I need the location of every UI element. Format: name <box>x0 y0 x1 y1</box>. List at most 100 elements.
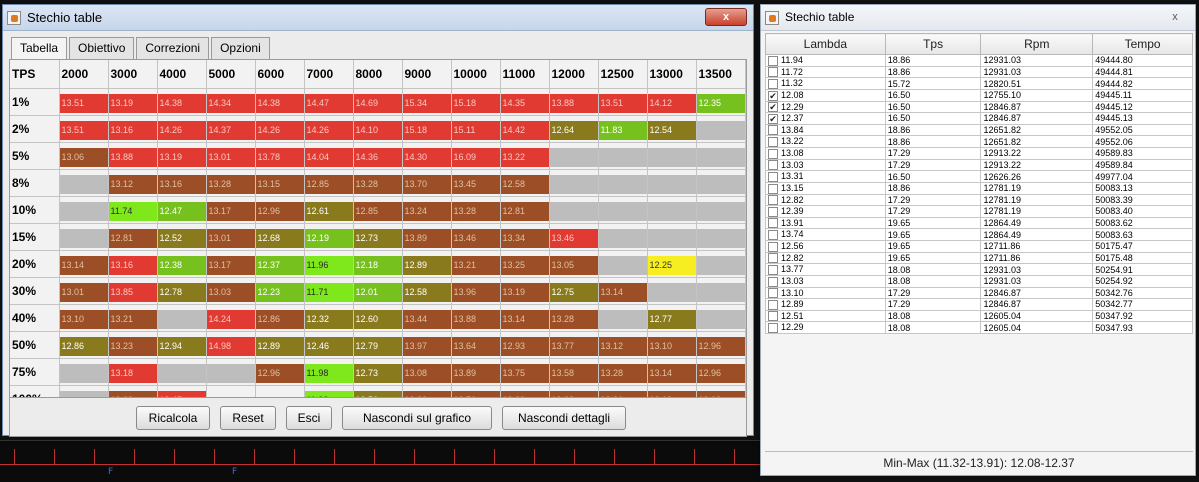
grid-cell[interactable]: 13.05 <box>549 250 599 278</box>
sample-row[interactable]: 11.72 18.86 12931.03 49444.81 <box>765 65 1193 79</box>
grid-cell[interactable] <box>598 142 648 170</box>
checkbox[interactable] <box>768 253 778 264</box>
grid-cell[interactable] <box>696 169 746 197</box>
sample-row[interactable]: 11.32 15.72 12820.51 49444.82 <box>765 77 1193 90</box>
grid-cell[interactable] <box>696 250 746 278</box>
sample-row[interactable]: ✔ 12.08 16.50 12755.10 49445.11 <box>765 88 1193 102</box>
checked-checkbox[interactable]: ✔ <box>768 90 778 101</box>
checkbox[interactable] <box>768 218 778 229</box>
grid-cell[interactable]: 14.34 <box>206 88 256 116</box>
grid-cell[interactable]: 12.89 <box>255 331 305 359</box>
column-header-lambda[interactable]: Lambda <box>765 33 886 55</box>
sample-row[interactable]: 13.77 18.08 12931.03 50254.91 <box>765 263 1193 276</box>
grid-cell[interactable]: 13.51 <box>59 115 109 143</box>
grid-cell[interactable]: 12.86 <box>59 331 109 359</box>
checkbox[interactable] <box>768 78 778 89</box>
grid-cell[interactable]: 12.19 <box>304 223 354 251</box>
grid-cell[interactable]: 13.15 <box>255 169 305 197</box>
grid-cell[interactable] <box>598 304 648 332</box>
checkbox[interactable] <box>768 148 778 159</box>
checked-checkbox[interactable]: ✔ <box>768 102 778 113</box>
grid-cell[interactable] <box>59 196 109 224</box>
grid-cell[interactable] <box>598 196 648 224</box>
grid-cell[interactable]: 13.89 <box>402 223 452 251</box>
grid-cell[interactable]: 13.18 <box>108 358 158 386</box>
grid-cell[interactable]: 14.47 <box>304 88 354 116</box>
grid-cell[interactable]: 12.81 <box>108 223 158 251</box>
grid-cell[interactable]: 13.03 <box>206 277 256 305</box>
grid-cell[interactable]: 13.01 <box>59 277 109 305</box>
sample-row[interactable]: 13.31 16.50 12626.26 49977.04 <box>765 170 1193 183</box>
grid-cell[interactable]: 13.19 <box>500 277 550 305</box>
grid-cell[interactable] <box>647 196 697 224</box>
sample-row[interactable]: 13.84 18.86 12651.82 49552.05 <box>765 123 1193 137</box>
checkbox[interactable] <box>768 137 778 147</box>
grid-cell[interactable]: 12.58 <box>500 169 550 197</box>
hide-details-button[interactable]: Nascondi dettagli <box>502 406 626 430</box>
grid-cell[interactable]: 13.28 <box>353 169 403 197</box>
grid-cell[interactable] <box>696 115 746 143</box>
checkbox[interactable] <box>768 206 778 217</box>
grid-cell[interactable]: 15.18 <box>451 88 501 116</box>
grid-cell[interactable]: 13.24 <box>402 196 452 224</box>
grid-cell[interactable] <box>157 304 207 332</box>
grid-cell[interactable] <box>696 142 746 170</box>
column-header-tps[interactable]: Tps <box>884 33 982 55</box>
grid-cell[interactable] <box>696 196 746 224</box>
checkbox[interactable] <box>768 183 778 194</box>
tab-correzioni[interactable]: Correzioni <box>136 37 210 59</box>
grid-cell[interactable]: 13.12 <box>598 331 648 359</box>
grid-cell[interactable]: 13.25 <box>500 250 550 278</box>
grid-cell[interactable]: 12.25 <box>647 250 697 278</box>
grid-cell[interactable] <box>598 169 648 197</box>
sample-row[interactable]: 13.91 19.65 12864.49 50083.62 <box>765 216 1193 230</box>
grid-cell[interactable]: 12.77 <box>647 304 697 332</box>
grid-cell[interactable]: 13.78 <box>255 142 305 170</box>
grid-cell[interactable]: 13.14 <box>647 358 697 386</box>
grid-cell[interactable]: 13.88 <box>451 304 501 332</box>
grid-cell[interactable]: 13.21 <box>451 250 501 278</box>
grid-cell[interactable]: 13.51 <box>598 88 648 116</box>
grid-cell[interactable]: 13.75 <box>500 358 550 386</box>
grid-cell[interactable]: 13.16 <box>108 250 158 278</box>
grid-cell[interactable]: 13.01 <box>206 223 256 251</box>
grid-cell[interactable]: 12.78 <box>157 277 207 305</box>
grid-cell[interactable] <box>59 358 109 386</box>
grid-cell[interactable]: 12.54 <box>647 115 697 143</box>
grid-cell[interactable]: 14.24 <box>206 304 256 332</box>
checkbox[interactable] <box>768 241 778 252</box>
grid-cell[interactable]: 14.38 <box>157 88 207 116</box>
tab-tabella[interactable]: Tabella <box>11 37 68 60</box>
grid-cell[interactable]: 12.52 <box>157 223 207 251</box>
checked-checkbox[interactable]: ✔ <box>768 113 778 124</box>
grid-cell[interactable]: 12.60 <box>353 304 403 332</box>
sample-row[interactable]: 13.03 17.29 12913.22 49589.84 <box>765 158 1193 172</box>
grid-cell[interactable] <box>549 142 599 170</box>
grid-cell[interactable]: 15.34 <box>402 88 452 116</box>
tab-obiettivo[interactable]: Obiettivo <box>69 37 135 59</box>
checkbox[interactable] <box>768 276 778 287</box>
checkbox[interactable] <box>768 264 778 275</box>
grid-cell[interactable] <box>157 358 207 386</box>
grid-cell[interactable]: 13.10 <box>647 331 697 359</box>
grid-cell[interactable]: 13.16 <box>157 169 207 197</box>
column-header-rpm[interactable]: Rpm <box>980 33 1094 55</box>
grid-cell[interactable]: 12.93 <box>500 331 550 359</box>
tab-opzioni[interactable]: Opzioni <box>211 37 270 59</box>
checkbox[interactable] <box>768 160 778 171</box>
grid-cell[interactable]: 13.14 <box>598 277 648 305</box>
grid-cell[interactable]: 12.38 <box>157 250 207 278</box>
grid-cell[interactable]: 13.46 <box>549 223 599 251</box>
grid-cell[interactable]: 14.10 <box>353 115 403 143</box>
grid-cell[interactable] <box>549 196 599 224</box>
grid-cell[interactable]: 11.83 <box>598 115 648 143</box>
grid-cell[interactable]: 13.96 <box>451 277 501 305</box>
grid-cell[interactable] <box>206 358 256 386</box>
grid-cell[interactable]: 12.58 <box>402 277 452 305</box>
title-bar[interactable]: Stechio table x <box>3 5 753 31</box>
grid-cell[interactable]: 13.51 <box>59 88 109 116</box>
sample-row[interactable]: 12.89 17.29 12846.87 50342.77 <box>765 298 1193 311</box>
checkbox[interactable] <box>768 311 778 322</box>
grid-cell[interactable]: 12.68 <box>255 223 305 251</box>
checkbox[interactable] <box>768 230 778 240</box>
